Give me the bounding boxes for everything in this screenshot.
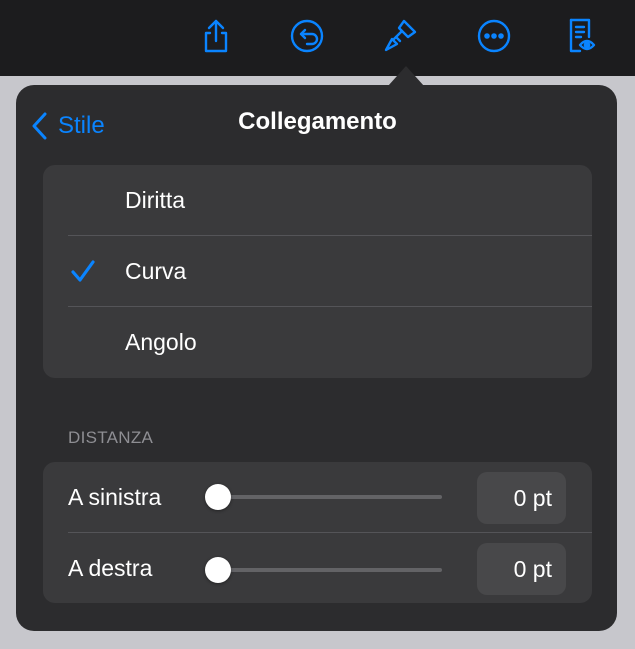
checkmark-icon bbox=[71, 260, 95, 282]
popover-arrow bbox=[388, 66, 424, 86]
share-icon bbox=[204, 19, 228, 53]
right-distance-value-field[interactable]: 0 pt bbox=[477, 543, 566, 595]
option-angolo[interactable]: Angolo bbox=[43, 307, 592, 377]
left-distance-value-field[interactable]: 0 pt bbox=[477, 472, 566, 524]
option-diritta[interactable]: Diritta bbox=[43, 165, 592, 235]
left-distance-slider[interactable] bbox=[205, 484, 442, 510]
top-toolbar bbox=[0, 0, 635, 76]
option-label: Angolo bbox=[125, 328, 197, 355]
more-icon bbox=[477, 19, 511, 53]
document-view-icon bbox=[569, 18, 596, 53]
option-label: Diritta bbox=[125, 186, 186, 213]
popover-title: Collegamento bbox=[238, 108, 397, 135]
left-distance-label: A sinistra bbox=[68, 483, 162, 510]
right-distance-label: A destra bbox=[68, 554, 153, 581]
share-button[interactable] bbox=[194, 14, 238, 58]
section-header-distance: DISTANZA bbox=[68, 428, 154, 447]
more-button[interactable] bbox=[472, 14, 516, 58]
connection-type-list: Diritta Curva Angolo bbox=[43, 165, 592, 378]
undo-icon bbox=[290, 19, 324, 53]
option-label: Curva bbox=[125, 257, 187, 284]
option-curva[interactable]: Curva bbox=[43, 236, 592, 306]
slider-thumb[interactable] bbox=[205, 557, 231, 583]
right-distance-slider[interactable] bbox=[205, 557, 442, 583]
format-button[interactable] bbox=[378, 14, 422, 58]
format-brush-icon bbox=[384, 19, 417, 52]
slider-thumb[interactable] bbox=[205, 484, 231, 510]
undo-button[interactable] bbox=[285, 14, 329, 58]
document-view-button[interactable] bbox=[560, 14, 604, 58]
